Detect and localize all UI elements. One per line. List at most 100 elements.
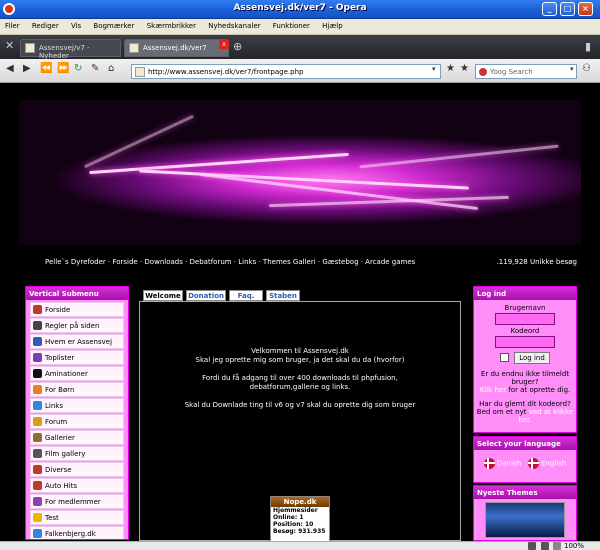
tab-staben[interactable]: Staben (266, 290, 300, 301)
status-bar: 100% (0, 541, 600, 550)
login-title: Log ind (474, 287, 576, 300)
search-dropdown-icon[interactable]: ▾ (570, 65, 574, 73)
speed-dial-icon[interactable]: ⌂ (108, 63, 114, 74)
tab-bar: ✕ Assensvej/v7 - Nyheder Assensvej.dk/ve… (0, 35, 600, 60)
submenu-item[interactable]: Auto Hits (30, 478, 124, 493)
welcome-line: Velkommen til Assensvej.dk (251, 347, 349, 355)
zoom-icon[interactable] (553, 542, 561, 550)
submenu-item[interactable]: For medlemmer (30, 494, 124, 509)
nope-row: Hjemmesider (273, 507, 318, 514)
address-dropdown-icon[interactable]: ▾ (432, 65, 436, 73)
login-button[interactable]: Log ind (514, 352, 550, 364)
language-english[interactable]: English (528, 458, 566, 469)
wand-icon[interactable]: ✎ (91, 63, 99, 74)
submenu-item[interactable]: Hvem er Assensvej (30, 334, 124, 349)
submenu-item-icon (33, 433, 42, 442)
minimize-button[interactable]: _ (542, 2, 557, 16)
submenu-item-icon (33, 385, 42, 394)
submenu-item-label: Forside (45, 306, 71, 314)
glasses-icon[interactable]: ⚇ (582, 63, 591, 74)
menu-edit[interactable]: Rediger (27, 19, 64, 30)
username-label: Brugernavn (504, 304, 546, 312)
submenu-item-label: Test (45, 514, 59, 522)
submenu-item[interactable]: Gallerier (30, 430, 124, 445)
submenu-item[interactable]: Regler på siden (30, 318, 124, 333)
login-box: Log ind Brugernavn Kodeord Log ind Er du… (473, 286, 577, 433)
tab-welcome[interactable]: Welcome (143, 290, 183, 301)
nope-stats-widget[interactable]: Nope.dk Hjemmesider Online: 1 Position: … (270, 496, 330, 542)
back-icon[interactable]: ◀ (6, 63, 14, 74)
submenu-item-label: Links (45, 402, 63, 410)
themes-title: Nyeste Themes (474, 486, 576, 499)
fast-forward-icon[interactable]: ⏩ (57, 63, 69, 74)
site-navigation[interactable]: Pelle`s Dyrefoder · Forside · Downloads … (45, 258, 415, 266)
tab-faq[interactable]: Faq. (229, 290, 263, 301)
submenu-item-label: Aminationer (45, 370, 88, 378)
search-field[interactable]: Yoog Search (475, 64, 577, 79)
close-window-button[interactable]: × (578, 2, 593, 16)
submenu-item[interactable]: Test (30, 510, 124, 525)
submenu-item-label: Film gallery (45, 450, 86, 458)
submenu-item[interactable]: Toplister (30, 350, 124, 365)
zoom-level[interactable]: 100% (564, 542, 584, 550)
tab-label: Assensvej.dk/ver7 (143, 44, 207, 52)
navigation-bar: ◀ ▶ ⏪ ⏩ ↻ ✎ ⌂ http://www.assensvej.dk/ve… (0, 59, 600, 83)
submenu-item[interactable]: Aminationer (30, 366, 124, 381)
english-flag-icon (528, 458, 539, 469)
submenu-item-label: Auto Hits (45, 482, 78, 490)
panel-toggle-icon[interactable] (541, 542, 549, 550)
submenu-item-icon (33, 465, 42, 474)
rating-star-icon[interactable]: ★ (460, 63, 469, 74)
nope-title: Nope.dk (271, 497, 329, 507)
submenu-item-icon (33, 529, 42, 538)
rewind-icon[interactable]: ⏪ (40, 63, 52, 74)
menu-feeds[interactable]: Nyhedskanaler (203, 19, 265, 30)
submenu-item-icon (33, 369, 42, 378)
submenu-item[interactable]: Forside (30, 302, 124, 317)
window-titlebar: Assensvej.dk/ver7 - Opera _ □ × (0, 0, 600, 19)
submenu-item[interactable]: Diverse (30, 462, 124, 477)
reload-icon[interactable]: ↻ (74, 63, 82, 74)
welcome-line: debatforum,gallerie og links. (249, 383, 351, 391)
visitor-counter: .119,928 Unikke besøg (496, 258, 577, 266)
submenu-item-icon (33, 417, 42, 426)
nope-row: Besøg: 931.935 (273, 528, 326, 535)
menu-widgets[interactable]: Skærmbrikker (142, 19, 201, 30)
turbo-icon[interactable] (528, 542, 536, 550)
menu-bookmarks[interactable]: Bogmærker (88, 19, 139, 30)
submenu-item-label: Regler på siden (45, 322, 100, 330)
username-input[interactable] (495, 313, 555, 325)
forgot-link[interactable]: ved at klikke her. (518, 408, 573, 424)
menu-help[interactable]: Hjælp (317, 19, 347, 30)
tab-label: Assensvej/v7 - Nyheder (39, 44, 90, 60)
password-input[interactable] (495, 336, 555, 348)
tab-news[interactable]: Assensvej/v7 - Nyheder (20, 39, 121, 60)
submenu-item[interactable]: Forum (30, 414, 124, 429)
language-danish[interactable]: Danish (484, 458, 521, 469)
tools-icon[interactable]: ✕ (5, 39, 14, 52)
submenu-item[interactable]: Links (30, 398, 124, 413)
maximize-button[interactable]: □ (560, 2, 575, 16)
trash-icon[interactable]: ▮ (585, 40, 591, 53)
close-tab-icon[interactable]: x (219, 40, 229, 49)
remember-checkbox[interactable] (500, 353, 509, 362)
submenu-item-label: For medlemmer (45, 498, 101, 506)
submenu-item[interactable]: Film gallery (30, 446, 124, 461)
vertical-submenu: Vertical Submenu Forside Regler på siden H… (25, 286, 129, 540)
register-link[interactable]: Klik her (480, 386, 506, 394)
tab-donation[interactable]: Donation (186, 290, 226, 301)
new-tab-icon[interactable]: ⊕ (233, 40, 242, 53)
menu-tools[interactable]: Funktioner (268, 19, 315, 30)
address-field[interactable]: http://www.assensvej.dk/ver7/frontpage.p… (131, 64, 441, 79)
submenu-item[interactable]: Falkenbjerg.dk (30, 526, 124, 539)
welcome-line: Fordi du få adgang til over 400 download… (202, 374, 398, 382)
tab-frontpage[interactable]: Assensvej.dk/ver7 x (124, 39, 229, 57)
submenu-item[interactable]: For Børn (30, 382, 124, 397)
menu-file[interactable]: Filer (0, 19, 25, 30)
bookmark-star-icon[interactable]: ★ (446, 63, 455, 74)
theme-thumbnail-image[interactable] (485, 502, 565, 538)
submenu-list: Forside Regler på siden Hvem er Assensvej T… (26, 300, 128, 539)
forward-icon[interactable]: ▶ (23, 63, 31, 74)
menu-view[interactable]: Vis (66, 19, 86, 30)
welcome-line (140, 392, 460, 401)
